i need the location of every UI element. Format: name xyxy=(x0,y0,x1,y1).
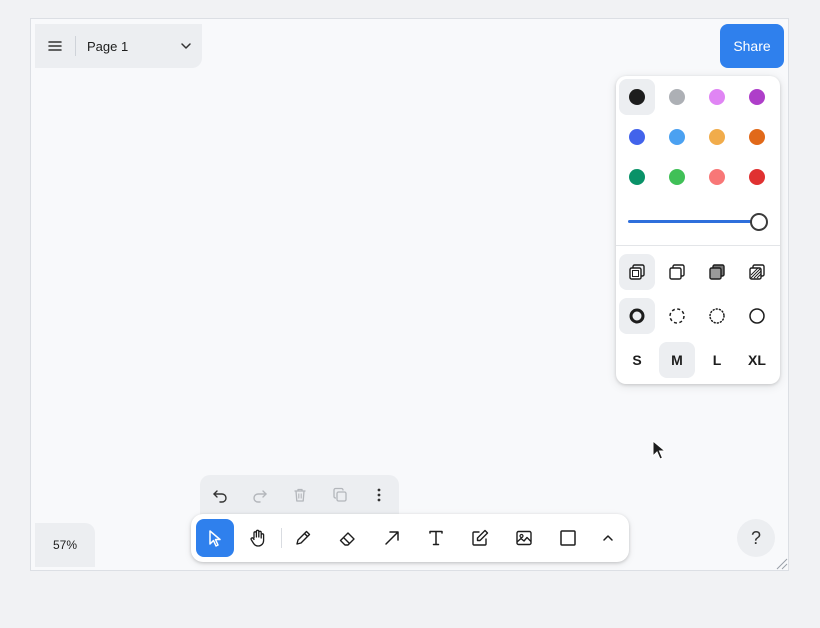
fill-semi-icon xyxy=(669,264,685,280)
more-tools-button[interactable] xyxy=(589,519,627,557)
size-m-button[interactable]: M xyxy=(659,342,695,378)
chevron-up-icon xyxy=(603,535,613,541)
undo-icon xyxy=(213,490,227,503)
color-dot xyxy=(629,129,645,145)
tool-text[interactable] xyxy=(417,519,455,557)
image-icon xyxy=(516,530,532,546)
fill-pattern-button[interactable] xyxy=(739,254,775,290)
color-swatch-yellow[interactable] xyxy=(699,119,735,155)
chevron-down-icon xyxy=(181,43,191,49)
select-icon xyxy=(209,530,221,547)
zoom-level-button[interactable]: 57% xyxy=(35,523,95,567)
delete-button[interactable] xyxy=(280,475,320,515)
color-dot xyxy=(629,89,645,105)
color-dot xyxy=(749,129,765,145)
size-l-button[interactable]: L xyxy=(699,342,735,378)
hamburger-icon xyxy=(48,41,62,51)
dash-solid-button[interactable] xyxy=(739,298,775,334)
share-button[interactable]: Share xyxy=(720,24,784,68)
fill-solid-button[interactable] xyxy=(699,254,735,290)
size-s-button[interactable]: S xyxy=(619,342,655,378)
help-button[interactable]: ? xyxy=(737,519,775,557)
color-dot xyxy=(669,89,685,105)
color-swatch-red[interactable] xyxy=(739,159,775,195)
color-swatch-violet[interactable] xyxy=(739,79,775,115)
color-dot xyxy=(709,169,725,185)
dash-dotted-icon xyxy=(709,308,725,324)
page-dropdown-button[interactable] xyxy=(170,42,202,50)
color-swatch-green[interactable] xyxy=(619,159,655,195)
resize-handle-icon[interactable] xyxy=(774,556,788,570)
text-icon xyxy=(429,530,443,546)
canvas-frame[interactable]: Page 1 Share S M L XL 57% ? xyxy=(30,18,789,571)
hand-icon xyxy=(250,529,265,547)
tool-note[interactable] xyxy=(461,519,499,557)
tool-arrow[interactable] xyxy=(373,519,411,557)
note-icon xyxy=(472,529,489,546)
color-swatch-light-violet[interactable] xyxy=(699,79,735,115)
duplicate-icon xyxy=(333,487,347,502)
actions-bar xyxy=(200,475,399,515)
slider-thumb[interactable] xyxy=(750,213,768,231)
more-actions-button[interactable] xyxy=(359,475,399,515)
slider-track xyxy=(628,220,759,223)
color-dot xyxy=(669,129,685,145)
color-swatch-light-red[interactable] xyxy=(699,159,735,195)
rectangle-icon xyxy=(560,530,576,546)
color-swatch-grey[interactable] xyxy=(659,79,695,115)
trash-icon xyxy=(294,488,306,502)
draw-icon xyxy=(296,530,311,545)
tool-select[interactable] xyxy=(196,519,234,557)
tool-draw[interactable] xyxy=(284,519,322,557)
page-name[interactable]: Page 1 xyxy=(76,39,170,54)
dash-dotted-button[interactable] xyxy=(699,298,735,334)
fill-none-button[interactable] xyxy=(619,254,655,290)
dash-dashed-button[interactable] xyxy=(659,298,695,334)
tool-rectangle[interactable] xyxy=(549,519,587,557)
undo-button[interactable] xyxy=(200,475,240,515)
color-swatch-orange[interactable] xyxy=(739,119,775,155)
color-dot xyxy=(749,89,765,105)
color-swatch-light-green[interactable] xyxy=(659,159,695,195)
color-dot xyxy=(629,169,645,185)
fill-semi-button[interactable] xyxy=(659,254,695,290)
arrow-icon xyxy=(385,531,399,545)
color-dot xyxy=(669,169,685,185)
fill-none-icon xyxy=(629,264,645,280)
color-dot xyxy=(749,169,765,185)
panel-divider xyxy=(616,245,780,246)
fill-pattern-icon xyxy=(749,264,765,280)
style-panel: S M L XL xyxy=(616,76,780,384)
page-menu: Page 1 xyxy=(35,24,202,68)
toolbar-divider xyxy=(281,528,282,548)
eraser-icon xyxy=(339,532,355,546)
tool-image[interactable] xyxy=(505,519,543,557)
tool-hand[interactable] xyxy=(239,519,277,557)
color-dot xyxy=(709,89,725,105)
color-swatch-light-blue[interactable] xyxy=(659,119,695,155)
dash-dashed-icon xyxy=(669,308,685,324)
color-swatch-black[interactable] xyxy=(619,79,655,115)
main-toolbar xyxy=(191,514,629,562)
redo-icon xyxy=(253,490,267,503)
fill-solid-icon xyxy=(709,264,725,280)
main-menu-button[interactable] xyxy=(35,24,75,68)
color-swatch-blue[interactable] xyxy=(619,119,655,155)
dash-solid-icon xyxy=(749,308,765,324)
dash-draw-button[interactable] xyxy=(619,298,655,334)
dash-draw-icon xyxy=(629,308,645,324)
color-dot xyxy=(709,129,725,145)
tool-eraser[interactable] xyxy=(328,519,366,557)
duplicate-button[interactable] xyxy=(320,475,360,515)
opacity-slider[interactable] xyxy=(628,210,769,234)
mouse-cursor-icon xyxy=(652,440,666,460)
more-vertical-icon xyxy=(377,488,381,502)
size-xl-button[interactable]: XL xyxy=(739,342,775,378)
redo-button[interactable] xyxy=(240,475,280,515)
